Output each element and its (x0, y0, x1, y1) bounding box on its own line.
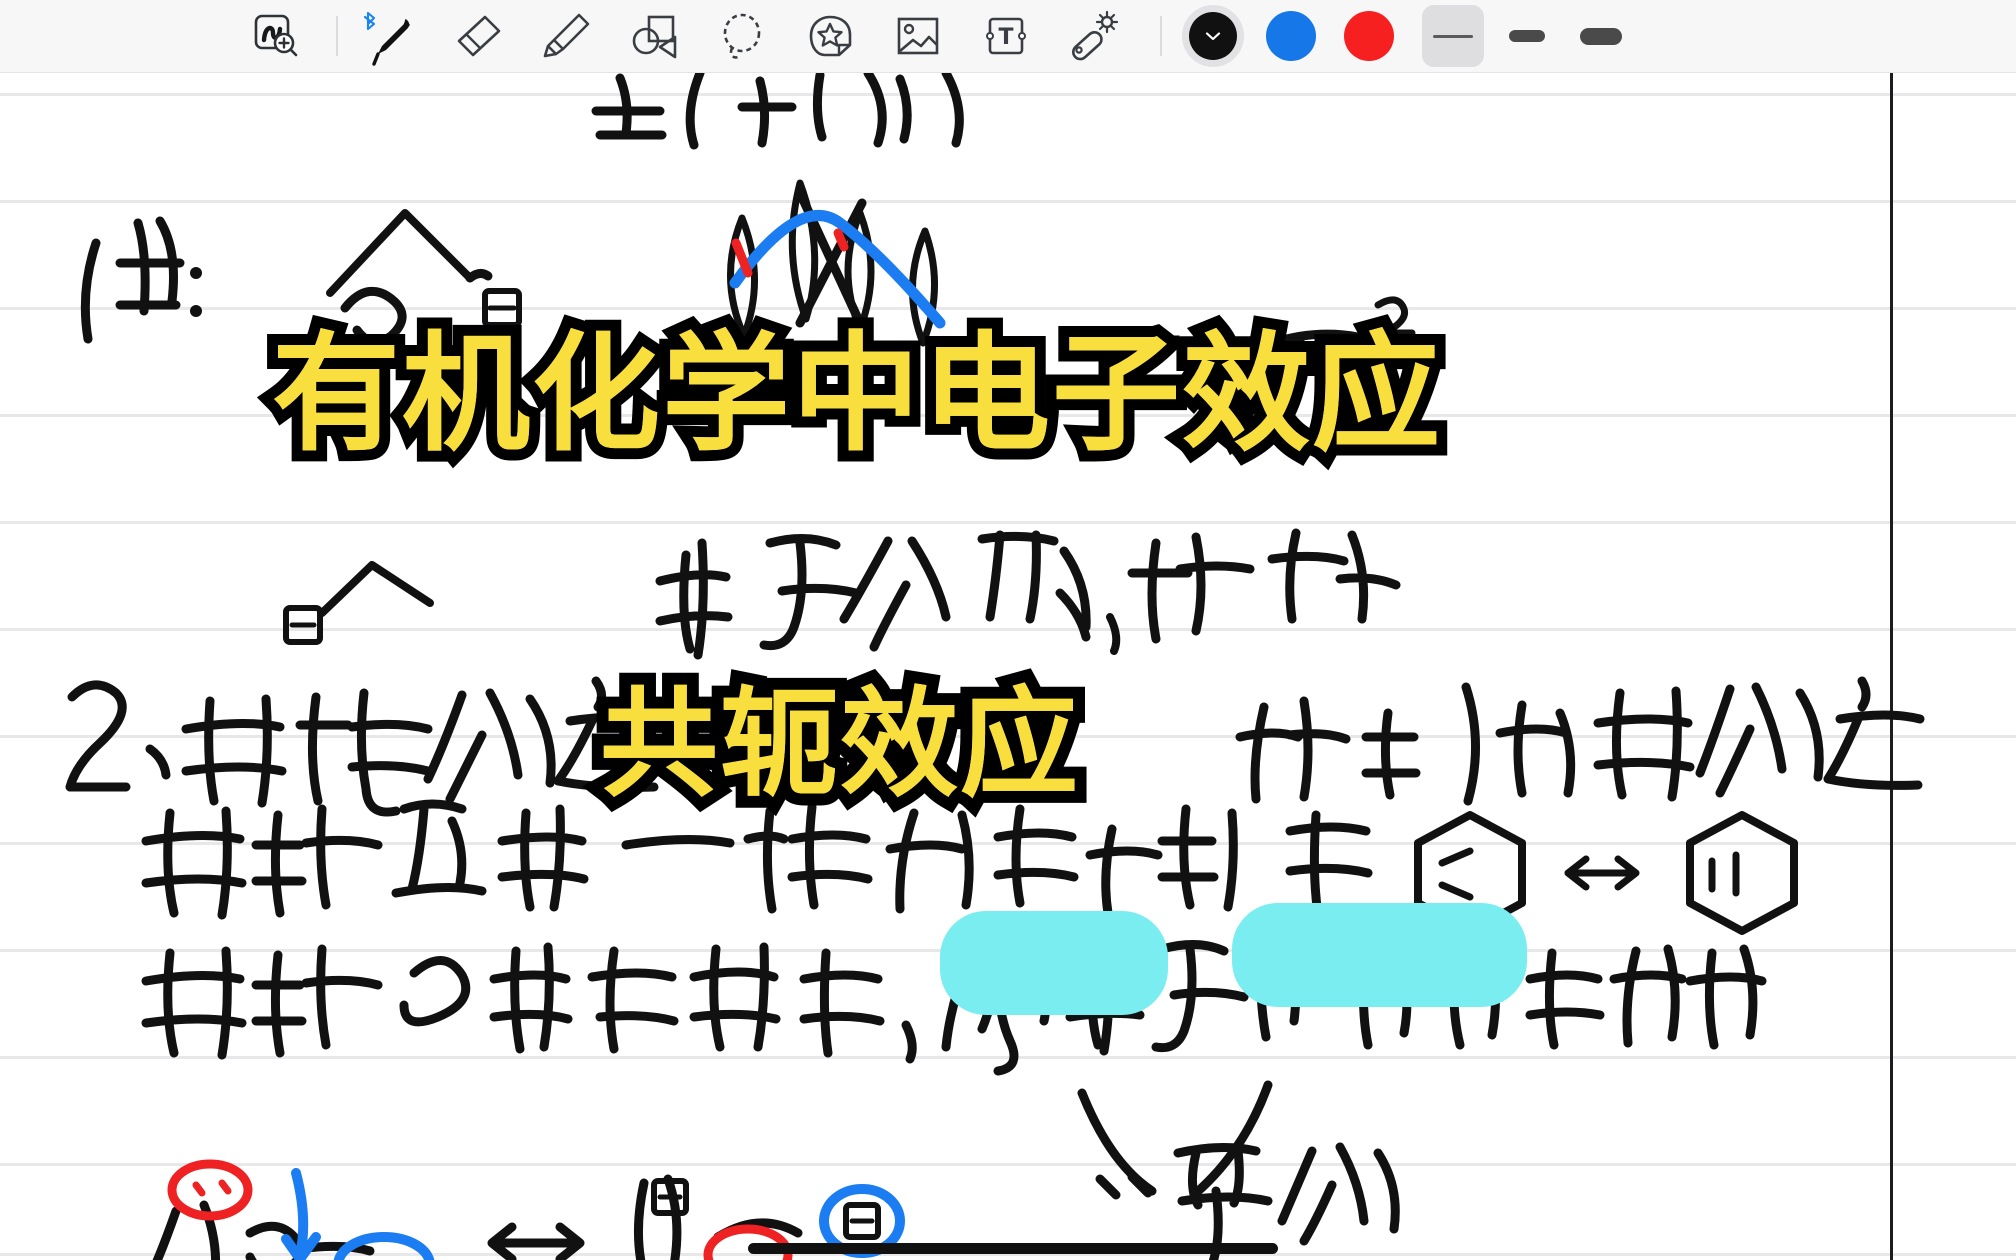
stroke-medium-icon (1509, 30, 1545, 42)
overlay-title-sub: 共轭效应 (600, 675, 1081, 813)
rule-line (0, 842, 2016, 845)
rule-line (0, 307, 2016, 310)
rule-line (0, 521, 2016, 524)
note-app-window: T 有机化学中电子效应 有机化学中电子效应 共轭效应 共轭效应 (0, 0, 2016, 1260)
margin-line (1890, 73, 1893, 1260)
stroke-width-thin[interactable] (1422, 5, 1484, 67)
stroke-width-thick[interactable] (1570, 5, 1632, 67)
svg-text:T: T (998, 25, 1013, 50)
magic-wand-icon[interactable] (1064, 6, 1124, 66)
rule-line (0, 93, 2016, 96)
highlight-lone-pair (1232, 903, 1527, 1007)
rule-line (0, 1056, 2016, 1059)
overlay-title-main: 有机化学中电子效应 (272, 320, 1443, 469)
image-icon[interactable] (888, 6, 948, 66)
chevron-down-icon (1205, 32, 1221, 41)
handwritten-ink-layer (65, 73, 1925, 1260)
eraser-icon[interactable] (448, 6, 508, 66)
blue-arrow-annotation (281, 1168, 321, 1260)
sticker-icon[interactable] (800, 6, 860, 66)
blue-ellipse-annotation (333, 1232, 435, 1260)
color-swatch-black[interactable] (1182, 5, 1244, 67)
stroke-thick-icon (1580, 27, 1622, 45)
rule-line (0, 200, 2016, 203)
page-edge-indicator (748, 1243, 1278, 1254)
toolbar-left-spacer (0, 36, 246, 37)
stroke-thin-icon (1433, 34, 1473, 38)
highlighter-icon[interactable] (536, 6, 596, 66)
stroke-width-medium[interactable] (1496, 5, 1558, 67)
toolbar-divider (336, 16, 338, 56)
rule-line (0, 628, 2016, 631)
text-box-icon[interactable]: T (976, 6, 1036, 66)
lasso-icon[interactable] (712, 6, 772, 66)
toolbar-divider-2 (1160, 16, 1162, 56)
red-circle-annotation (167, 1159, 253, 1221)
color-swatch-blue[interactable] (1266, 11, 1316, 61)
highlight-pi-electron (940, 911, 1168, 1015)
zoom-write-icon[interactable] (246, 6, 306, 66)
color-swatch-red[interactable] (1344, 11, 1394, 61)
shapes-icon[interactable] (624, 6, 684, 66)
pen-icon[interactable] (358, 6, 418, 66)
toolbar: T (0, 0, 2016, 73)
rule-line (0, 1163, 2016, 1166)
bluetooth-icon (363, 8, 379, 30)
note-canvas[interactable]: 有机化学中电子效应 有机化学中电子效应 共轭效应 共轭效应 (0, 73, 2016, 1260)
